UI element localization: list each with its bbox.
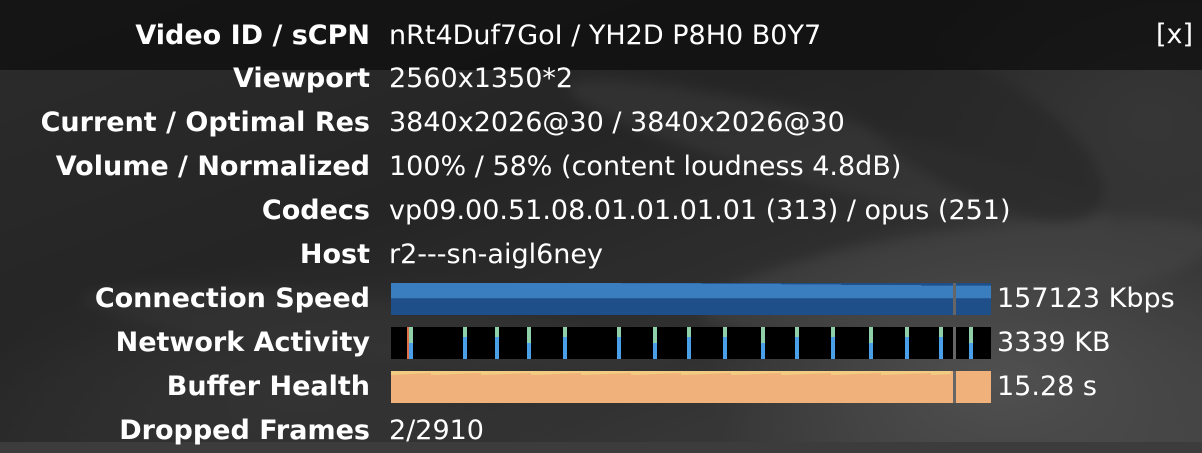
network-activity-spike-top (761, 327, 765, 343)
network-activity-spike-top (869, 327, 873, 343)
dropped-frames-value: 2/2910 (389, 415, 484, 446)
network-activity-spike-top (463, 327, 467, 337)
network-activity-spike-edge (407, 327, 409, 359)
volume-value: 100% / 58% (content loudness 4.8dB) (389, 151, 902, 182)
network-activity-graph (391, 327, 991, 359)
dropped-frames-label: Dropped Frames (119, 415, 370, 446)
buffer-health-label: Buffer Health (166, 371, 370, 402)
video-id-value: nRt4Duf7GoI / YH2D P8H0 B0Y7 (389, 20, 822, 51)
stat-row-video-id: Video ID / sCPN nRt4Duf7GoI / YH2D P8H0 … (0, 14, 1202, 58)
stat-row-dropped-frames: Dropped Frames 2/2910 (0, 409, 1202, 453)
connection-speed-label: Connection Speed (94, 283, 370, 314)
stat-row-resolution: Current / Optimal Res 3840x2026@30 / 384… (0, 101, 1202, 145)
stat-row-codecs: Codecs vp09.00.51.08.01.01.01.01 (313) /… (0, 189, 1202, 233)
network-activity-spike-top (527, 327, 531, 343)
network-activity-spike-top (409, 327, 413, 343)
stat-row-host: Host r2---sn-aigl6ney (0, 233, 1202, 277)
network-activity-spike-top (563, 327, 567, 337)
buffer-health-graph (391, 371, 991, 403)
viewport-label: Viewport (232, 63, 370, 94)
network-activity-spike-top (939, 327, 943, 337)
network-activity-spike-top (723, 327, 727, 337)
network-activity-spike-top (905, 327, 909, 337)
network-activity-spike-top (831, 327, 835, 337)
host-label: Host (299, 239, 370, 270)
network-activity-spike-top (617, 327, 621, 337)
resolution-value: 3840x2026@30 / 3840x2026@30 (389, 107, 845, 138)
network-activity-spike-top (687, 327, 691, 337)
stat-row-network-activity: Network Activity 3339 KB (0, 321, 1202, 365)
viewport-value: 2560x1350*2 (389, 63, 574, 94)
volume-label: Volume / Normalized (55, 151, 370, 182)
network-activity-spike-top (653, 327, 657, 343)
network-activity-label: Network Activity (115, 327, 370, 358)
stat-row-volume: Volume / Normalized 100% / 58% (content … (0, 145, 1202, 189)
resolution-label: Current / Optimal Res (40, 107, 370, 138)
network-activity-spike-top (495, 327, 499, 337)
stat-row-buffer-health: Buffer Health 15.28 s (0, 365, 1202, 409)
stat-row-viewport: Viewport 2560x1350*2 (0, 57, 1202, 101)
connection-speed-graph (391, 283, 991, 315)
stats-for-nerds-panel: [x] Video ID / sCPN nRt4Duf7GoI / YH2D P… (0, 0, 1202, 446)
connection-speed-value: 157123 Kbps (997, 283, 1175, 314)
buffer-health-value: 15.28 s (997, 371, 1097, 402)
video-id-label: Video ID / sCPN (135, 20, 370, 51)
codecs-value: vp09.00.51.08.01.01.01.01 (313) / opus (… (389, 195, 1011, 226)
network-activity-value: 3339 KB (997, 327, 1111, 358)
stat-row-connection-speed: Connection Speed 157123 Kbps (0, 277, 1202, 321)
codecs-label: Codecs (261, 195, 370, 226)
host-value: r2---sn-aigl6ney (389, 239, 603, 270)
network-activity-spike-top (969, 327, 973, 343)
network-activity-spike-top (795, 327, 799, 337)
